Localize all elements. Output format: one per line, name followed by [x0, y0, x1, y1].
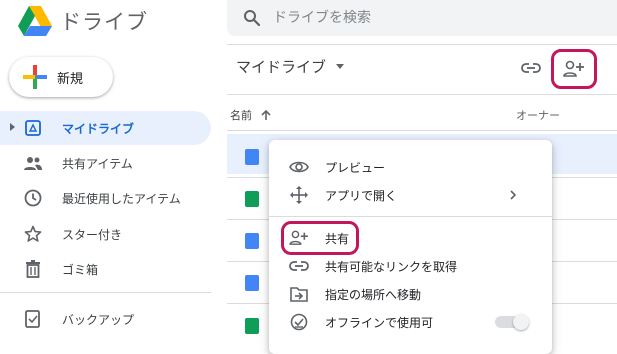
sort-arrow-up-icon: [261, 109, 271, 120]
toggle-knob: [513, 314, 529, 330]
sidebar-item-label: バックアップ: [62, 312, 135, 327]
new-button[interactable]: 新規: [9, 57, 113, 97]
name-column-header[interactable]: 名前: [230, 107, 272, 123]
add-person-icon: [289, 228, 309, 248]
column-header-divider: [227, 130, 617, 131]
expand-caret-icon[interactable]: [10, 123, 15, 131]
backup-icon: [23, 309, 43, 329]
sidebar-item-starred[interactable]: スター付き: [0, 217, 211, 251]
menu-item-label: オフラインで使用可: [325, 315, 434, 330]
toolbar-divider: [227, 94, 617, 95]
menu-item-get-link[interactable]: 共有可能なリンクを取得: [269, 252, 552, 280]
menu-divider: [269, 216, 552, 217]
add-person-icon: [563, 60, 584, 77]
sidebar-item-shared[interactable]: 共有アイテム: [0, 146, 211, 180]
sidebar-item-backup[interactable]: バックアップ: [0, 302, 211, 336]
move-arrows-icon: [289, 185, 309, 205]
menu-item-share[interactable]: 共有: [269, 224, 552, 252]
sheets-file-icon: [245, 191, 259, 207]
app-title: ドライブ: [60, 10, 148, 34]
menu-item-open-with[interactable]: アプリで開く: [269, 181, 552, 209]
link-icon: [521, 63, 541, 73]
search-input[interactable]: [271, 9, 575, 27]
sidebar-item-trash[interactable]: ゴミ箱: [0, 252, 211, 286]
sidebar-item-label: 共有アイテム: [62, 156, 133, 171]
my-drive-icon: [23, 118, 43, 138]
menu-item-label: 指定の場所へ移動: [325, 287, 422, 302]
link-icon: [289, 256, 309, 276]
menu-item-label: 共有: [325, 231, 350, 246]
menu-item-preview[interactable]: プレビュー: [269, 153, 552, 181]
sidebar-divider: [0, 292, 211, 293]
header-divider: [227, 44, 617, 45]
menu-item-label: プレビュー: [325, 160, 386, 175]
share-button[interactable]: [558, 53, 590, 85]
menu-item-label: 共有可能なリンクを取得: [325, 259, 458, 274]
search-bar[interactable]: [227, 0, 617, 36]
folder-move-icon: [289, 284, 309, 304]
sidebar-item-my-drive[interactable]: マイドライブ: [0, 111, 211, 145]
docs-file-icon: [245, 233, 259, 249]
sidebar-item-label: マイドライブ: [62, 121, 135, 136]
eye-icon: [289, 157, 309, 177]
trash-icon: [23, 259, 43, 279]
sidebar-item-recent[interactable]: 最近使用したアイテム: [0, 181, 211, 215]
clock-icon: [23, 188, 43, 208]
breadcrumb-label: マイドライブ: [236, 58, 327, 76]
menu-item-label: アプリで開く: [325, 188, 398, 203]
menu-item-move-to[interactable]: 指定の場所へ移動: [269, 280, 552, 308]
sheets-file-icon: [245, 318, 259, 334]
breadcrumb[interactable]: マイドライブ: [236, 56, 345, 77]
sidebar-item-label: スター付き: [62, 227, 123, 242]
chevron-right-icon: [509, 190, 517, 200]
context-menu: プレビュー アプリで開く 共有 共有可能なリンクを取得 指定の場所へ移動 オフラ…: [269, 140, 552, 354]
plus-icon: [23, 65, 47, 89]
docs-file-icon: [245, 275, 259, 291]
drive-logo-icon: [18, 6, 52, 36]
menu-item-available-offline[interactable]: オフラインで使用可: [269, 308, 552, 336]
offline-check-icon: [289, 312, 309, 332]
sidebar-item-label: 最近使用したアイテム: [62, 191, 181, 206]
offline-toggle[interactable]: [495, 314, 529, 330]
name-column-label: 名前: [230, 109, 252, 122]
docs-file-icon: [245, 149, 259, 165]
owner-column-header[interactable]: オーナー: [516, 107, 560, 123]
dropdown-arrow-icon: [336, 64, 345, 69]
shared-people-icon: [23, 153, 43, 173]
drive-logo-header[interactable]: ドライブ: [18, 6, 148, 36]
search-icon[interactable]: [243, 9, 261, 27]
star-icon: [23, 224, 43, 244]
sidebar-item-label: ゴミ箱: [62, 262, 99, 277]
get-link-button[interactable]: [515, 52, 547, 84]
new-button-label: 新規: [57, 71, 84, 87]
